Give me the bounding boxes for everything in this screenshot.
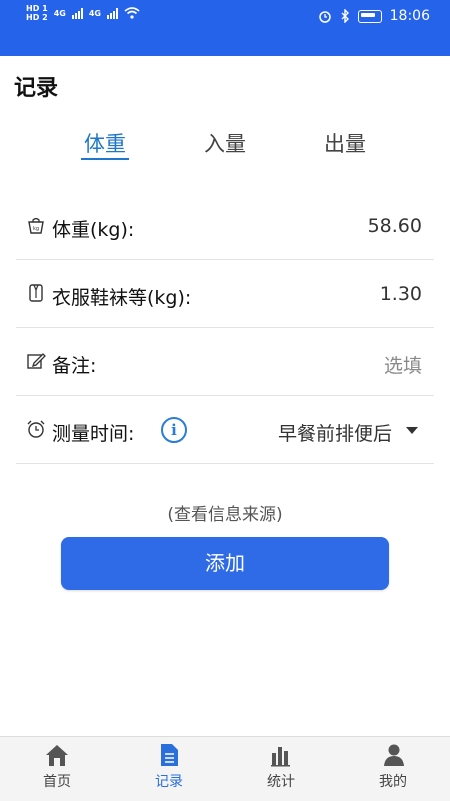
- chevron-down-icon[interactable]: [406, 427, 418, 434]
- bar-chart-icon: [271, 747, 290, 767]
- tab-weight-label: 体重: [84, 132, 126, 156]
- signal-icon: [71, 7, 83, 19]
- nav-record-label: 记录: [155, 774, 183, 790]
- signal-icon-2: [106, 7, 118, 19]
- tab-weight[interactable]: 体重: [65, 128, 145, 160]
- tab-output[interactable]: 出量: [305, 128, 385, 158]
- wifi-icon: [124, 7, 140, 19]
- signal-indicators: HD 1 HD 2 4G 4G: [26, 4, 140, 22]
- bottom-nav: 首页 记录 统计 我的: [0, 736, 450, 801]
- note-input[interactable]: 选填: [384, 351, 422, 378]
- hd1-label: HD 1: [26, 4, 48, 13]
- tab-intake[interactable]: 入量: [185, 128, 265, 158]
- status-bar: HD 1 HD 2 4G 4G 18:06: [0, 0, 450, 56]
- note-label: 备注:: [52, 355, 97, 377]
- tab-bar: 体重 入量 出量: [0, 128, 450, 164]
- status-right: 18:06: [318, 8, 430, 24]
- bluetooth-icon: [341, 9, 349, 23]
- info-icon[interactable]: i: [161, 417, 187, 443]
- home-icon: [46, 745, 68, 766]
- nav-mine-label: 我的: [379, 774, 407, 790]
- hd2-label: HD 2: [26, 13, 48, 22]
- nav-stats-label: 统计: [267, 774, 295, 790]
- nav-stats[interactable]: 统计: [241, 743, 321, 791]
- clock-text: 18:06: [389, 8, 430, 24]
- clothes-icon: [29, 284, 43, 302]
- user-icon: [384, 744, 404, 766]
- note-row[interactable]: 备注: 选填: [16, 329, 434, 396]
- net1-label: 4G: [53, 8, 66, 18]
- active-tab-underline: [81, 158, 129, 160]
- scale-icon: kg: [28, 217, 44, 234]
- tab-intake-label: 入量: [204, 132, 246, 156]
- document-icon: [161, 744, 178, 766]
- weight-value[interactable]: 58.60: [368, 215, 422, 237]
- time-select[interactable]: 早餐前排便后: [278, 419, 392, 446]
- nav-record[interactable]: 记录: [129, 743, 209, 791]
- clothes-label: 衣服鞋袜等(kg):: [52, 287, 192, 309]
- nav-mine[interactable]: 我的: [353, 743, 433, 791]
- weight-row[interactable]: kg 体重(kg): 58.60: [16, 193, 434, 260]
- time-row[interactable]: 测量时间: i 早餐前排便后: [16, 397, 434, 464]
- alarm-status-icon: [318, 11, 331, 23]
- weight-label: 体重(kg):: [52, 219, 135, 241]
- time-label: 测量时间:: [52, 423, 135, 445]
- nav-home-label: 首页: [43, 774, 71, 790]
- add-button[interactable]: 添加: [61, 537, 389, 590]
- tab-output-label: 出量: [324, 132, 366, 156]
- page-title: 记录: [14, 76, 59, 101]
- net2-label: 4G: [88, 8, 101, 18]
- nav-home[interactable]: 首页: [17, 743, 97, 791]
- alarm-icon: [27, 420, 45, 438]
- svg-text:kg: kg: [33, 226, 39, 232]
- clothes-row[interactable]: 衣服鞋袜等(kg): 1.30: [16, 261, 434, 328]
- edit-icon: [27, 353, 46, 369]
- battery-icon: [357, 9, 382, 23]
- info-source-link[interactable]: (查看信息来源): [0, 500, 450, 525]
- clothes-value[interactable]: 1.30: [380, 283, 422, 305]
